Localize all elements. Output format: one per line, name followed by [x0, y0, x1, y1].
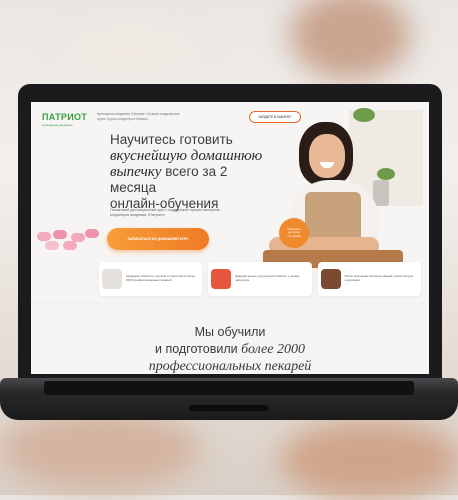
mixer-icon [102, 269, 122, 289]
header-info: Кулинарная академия «Патриот» Лучшие кон… [97, 112, 180, 121]
stand-mixer-icon [211, 269, 232, 289]
plant-icon [377, 168, 395, 180]
baker-face [309, 134, 345, 178]
features-row: Академия «Патриот» обучила и подготовила… [99, 262, 421, 296]
hero-subtext: Пошаговый дистанционный курс с поддержко… [110, 208, 221, 217]
background-blur [290, 0, 410, 80]
feature-card: После окончания обучения каждый ученик п… [317, 262, 421, 296]
cabinet-button[interactable]: ЗАЙДИТЕ В КАБИНЕТ [249, 111, 301, 123]
enroll-button[interactable]: ЗАПИСАТЬСЯ НА ДОМАШНИЙ КУРС [107, 228, 209, 250]
macarons-image [35, 228, 101, 250]
feature-card: Академия «Патриот» обучила и подготовила… [99, 262, 203, 296]
laptop-hinge [189, 405, 269, 411]
hero-headline: Научитесь готовить вкуснейшую домашнюю в… [110, 132, 270, 212]
hero-line-3: выпечку всего за 2 месяца [110, 164, 228, 195]
hero-line-2: вкуснейшую домашнюю [110, 148, 263, 164]
hero-line-1: Научитесь готовить [110, 132, 233, 147]
laptop-screen: ПАТРИОТ кулинарная академия Кулинарная а… [31, 102, 429, 374]
brand-logo[interactable]: ПАТРИОТ кулинарная академия [42, 112, 87, 127]
background-blur [60, 20, 200, 80]
feature-text: После окончания обучения каждый ученик п… [344, 274, 414, 282]
feature-text: Академия «Патриот» обучила и подготовила… [126, 274, 196, 282]
brand-tagline: кулинарная академия [42, 123, 73, 127]
laptop-keyboard [44, 381, 414, 395]
bakery-icon [320, 269, 341, 289]
background-blur [280, 420, 458, 500]
jar-icon [373, 180, 389, 206]
brand-name: ПАТРИОТ [42, 112, 88, 122]
background-blur [0, 410, 200, 490]
section-divider [31, 302, 429, 303]
plant-icon [353, 108, 375, 122]
feature-card: Доведем рецепт до результата вместе с на… [208, 262, 312, 296]
stat-heading: Мы обучили и подготовили более 2000 проф… [148, 325, 312, 374]
feature-text: Доведем рецепт до результата вместе с на… [235, 274, 300, 282]
level-badge: Обучение доступно с 0 уровня [279, 218, 309, 248]
